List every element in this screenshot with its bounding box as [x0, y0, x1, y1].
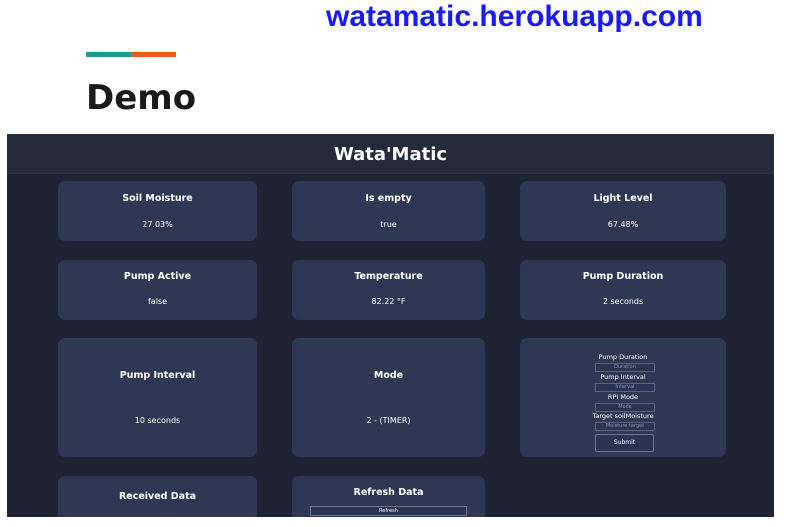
card-label: Mode [373, 370, 404, 381]
card-value: 67.48% [607, 220, 639, 229]
duration-input[interactable]: Duration [595, 363, 655, 372]
card-label: Temperature [354, 271, 423, 282]
app-header: Wata'Matic [7, 135, 774, 174]
rpi-mode-label: RPI Mode [607, 393, 639, 401]
card-value: 10 seconds [134, 416, 181, 425]
card-label: Pump Duration [582, 271, 664, 282]
pump-interval-card: Pump Interval 10 seconds [58, 338, 257, 457]
card-label: Received Data [118, 491, 197, 502]
received-data-card: Received Data [58, 476, 257, 517]
is-empty-card: Is empty true [292, 181, 485, 241]
card-label: Soil Moisture [122, 193, 193, 204]
soil-moisture-card: Soil Moisture 27.03% [58, 181, 257, 241]
submit-button[interactable]: Submit [595, 434, 654, 452]
refresh-data-card: Refresh Data Refresh [292, 476, 485, 517]
mode-card: Mode 2 - (TIMER) [292, 338, 485, 457]
card-value: 27.03% [142, 220, 173, 229]
card-label: Pump Interval [119, 370, 196, 381]
card-value: false [147, 297, 168, 306]
interval-input[interactable]: Interval [595, 383, 655, 392]
card-value: 2 seconds [602, 297, 644, 306]
card-value: 82.22 °F [371, 297, 406, 306]
settings-form-card: Pump Duration Duration Pump Interval Int… [520, 338, 726, 457]
temperature-card: Temperature 82.22 °F [292, 260, 485, 320]
card-label: Refresh Data [353, 487, 424, 498]
card-label: Light Level [593, 193, 653, 204]
mode-input[interactable]: Mode [595, 403, 655, 412]
moisture-target-input[interactable]: Moisture target [595, 422, 655, 431]
app-title: Wata'Matic [333, 143, 448, 165]
card-label: Pump Active [123, 271, 192, 282]
section-title: Demo [86, 78, 197, 118]
pump-active-card: Pump Active false [58, 260, 257, 320]
light-level-card: Light Level 67.48% [520, 181, 726, 241]
pump-interval-label: Pump Interval [600, 373, 646, 381]
refresh-button[interactable]: Refresh [310, 506, 467, 516]
app-window: Wata'Matic Soil Moisture 27.03% Is empty… [7, 134, 774, 517]
pump-duration-card: Pump Duration 2 seconds [520, 260, 726, 320]
card-value: 2 - (TIMER) [366, 416, 411, 425]
card-label: Is empty [365, 193, 412, 204]
pump-duration-label: Pump Duration [598, 353, 648, 361]
card-value: true [380, 220, 397, 229]
accent-divider [86, 52, 176, 57]
site-url[interactable]: watamatic.herokuapp.com [326, 0, 703, 34]
target-moisture-label: Target soilMoisture [592, 412, 654, 420]
